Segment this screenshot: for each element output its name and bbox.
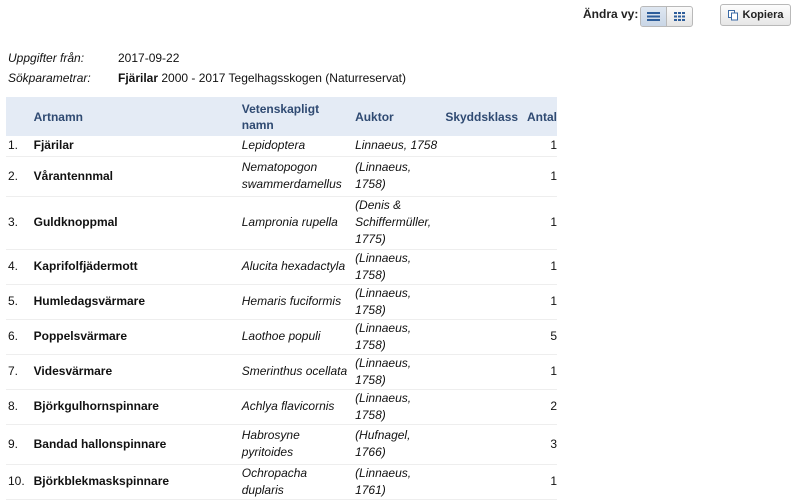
row-index: 4.	[6, 249, 32, 285]
protection-class	[443, 319, 525, 355]
scientific-name: Nematopogon swammerdamellus	[239, 156, 354, 197]
table-row: 9. Bandad hallonspinnare Habrosyne pyritoi…	[6, 424, 557, 465]
author: (Linnaeus, 1758)	[353, 354, 444, 390]
copy-button[interactable]: Kopiera	[720, 4, 791, 26]
scientific-name: Alucita hexadactyla	[239, 249, 354, 285]
protection-class	[443, 136, 525, 157]
author: (Denis & Schiffermüller, 1775)	[353, 196, 444, 250]
author: (Linnaeus, 1758)	[353, 249, 444, 285]
author: (Linnaeus, 1758)	[353, 284, 444, 320]
protection-class	[443, 354, 525, 390]
count: 1	[524, 196, 557, 250]
author: (Linnaeus, 1761)	[353, 464, 444, 500]
row-index: 6.	[6, 319, 32, 355]
table-row: 1. Fjärilar Lepidoptera Linnaeus, 1758 1	[6, 136, 557, 157]
scientific-name: Smerinthus ocellata	[239, 354, 354, 390]
scientific-name: Laothoe populi	[239, 319, 354, 355]
species-name: Guldknoppmal	[31, 196, 240, 250]
protection-class	[443, 156, 525, 197]
header-name[interactable]: Artnamn	[32, 97, 240, 136]
scientific-name: Hemaris fuciformis	[239, 284, 354, 320]
count: 1	[524, 136, 557, 157]
table-row: 5. Humledagsvärmare Hemaris fuciformis (Lin…	[6, 284, 557, 320]
protection-class	[443, 284, 525, 320]
count: 1	[524, 354, 557, 390]
protection-class	[443, 424, 525, 465]
author: (Hufnagel, 1766)	[353, 424, 444, 465]
count: 5	[524, 319, 557, 355]
search-label: Sökparametrar:	[8, 71, 91, 85]
count: 1	[524, 156, 557, 197]
protection-class	[443, 196, 525, 250]
species-name: Videsvärmare	[31, 354, 240, 390]
table-row: 6. Poppelsvärmare Laothoe populi (Linnaeus,…	[6, 319, 557, 355]
species-name: Fjärilar	[31, 136, 240, 157]
scientific-name: Habrosyne pyritoides	[239, 424, 354, 465]
row-index: 1.	[6, 136, 32, 157]
table-row: 10. Björkblekmaskspinnare Ochropacha dupla…	[6, 464, 557, 500]
row-index: 7.	[6, 354, 32, 390]
view-label: Ändra vy:	[583, 7, 639, 21]
species-table: Artnamn Vetenskapligt namn Auktor Skydds…	[6, 97, 557, 500]
scientific-name: Lepidoptera	[239, 136, 354, 157]
row-index: 10.	[6, 464, 32, 500]
count: 1	[524, 284, 557, 320]
header-count[interactable]: Antal	[525, 97, 557, 136]
list-view-icon	[647, 12, 660, 21]
species-name: Poppelsvärmare	[31, 319, 240, 355]
header-scientific[interactable]: Vetenskapligt namn	[240, 97, 353, 136]
species-name: Björkblekmaskspinnare	[31, 464, 240, 500]
row-index: 3.	[6, 196, 32, 250]
protection-class	[443, 249, 525, 285]
table-header-row: Artnamn Vetenskapligt namn Auktor Skydds…	[6, 97, 557, 136]
protection-class	[443, 464, 525, 500]
count: 3	[524, 424, 557, 465]
species-name: Bandad hallonspinnare	[31, 424, 240, 465]
copy-icon	[727, 9, 738, 20]
list-view-button[interactable]	[641, 7, 666, 26]
header-protection[interactable]: Skyddsklass	[443, 97, 525, 136]
scientific-name: Ochropacha duplaris	[239, 464, 354, 500]
row-index: 2.	[6, 156, 32, 197]
count: 1	[524, 464, 557, 500]
table-row: 3. Guldknoppmal Lampronia rupella (Denis & …	[6, 196, 557, 250]
header-author[interactable]: Auktor	[353, 97, 443, 136]
copy-button-label: Kopiera	[742, 9, 784, 21]
source-label: Uppgifter från:	[8, 51, 85, 65]
table-row: 7. Videsvärmare Smerinthus ocellata (Linnae…	[6, 354, 557, 390]
search-params: Fjärilar 2000 - 2017 Tegelhagsskogen (Na…	[118, 71, 406, 85]
species-name: Vårantennmal	[31, 156, 240, 197]
scientific-name: Lampronia rupella	[239, 196, 354, 250]
search-rest: 2000 - 2017 Tegelhagsskogen (Naturreserv…	[161, 71, 406, 85]
species-name: Humledagsvärmare	[31, 284, 240, 320]
grid-view-icon	[674, 12, 685, 21]
table-row: 2. Vårantennmal Nematopogon swammerdamellu…	[6, 156, 557, 197]
grid-view-button[interactable]	[666, 7, 692, 26]
author: Linnaeus, 1758	[353, 136, 444, 157]
author: (Linnaeus, 1758)	[353, 319, 444, 355]
source-date: 2017-09-22	[118, 51, 180, 65]
table-row: 4. Kaprifolfjädermott Alucita hexadactyla(…	[6, 249, 557, 285]
row-index: 9.	[6, 424, 32, 465]
author: (Linnaeus, 1758)	[353, 156, 444, 197]
view-toggle	[640, 6, 693, 27]
header-index	[6, 97, 32, 136]
search-group: Fjärilar	[118, 71, 159, 85]
row-index: 5.	[6, 284, 32, 320]
species-name: Kaprifolfjädermott	[31, 249, 240, 285]
toolbar: Ändra vy: Kopiera	[0, 4, 802, 28]
count: 1	[524, 249, 557, 285]
